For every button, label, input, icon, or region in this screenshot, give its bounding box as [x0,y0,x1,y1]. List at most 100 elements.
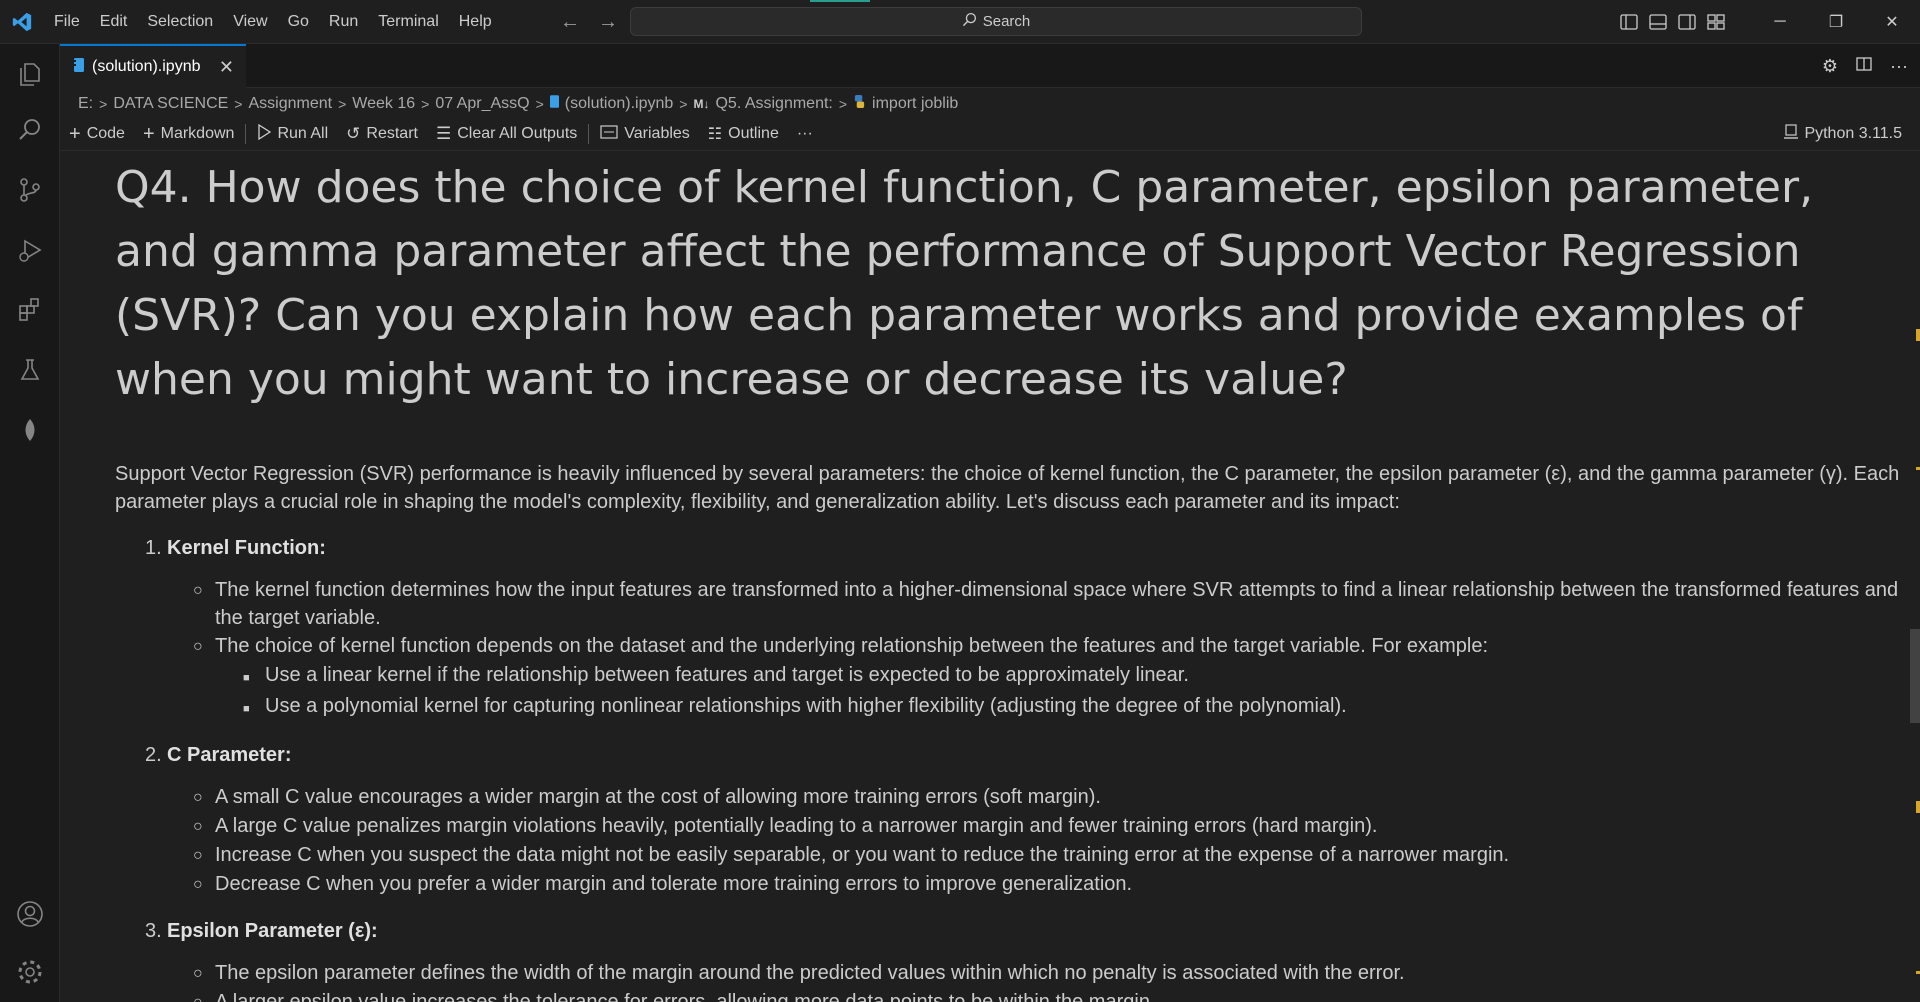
back-arrow-icon[interactable]: ← [560,11,580,34]
notebook-file-icon [549,95,559,113]
run-debug-icon[interactable] [0,222,60,278]
toolbar-divider [245,124,247,144]
customize-layout-icon[interactable] [1707,14,1725,30]
close-tab-icon[interactable]: ✕ [219,57,234,78]
list-item: ○ A large C value penalizes margin violat… [193,815,1378,837]
chevron-right-icon: > [535,96,544,112]
settings-gear-icon[interactable]: ⚙ [1822,56,1838,77]
menu-go[interactable]: Go [278,0,319,44]
run-all-button[interactable]: Run All [248,118,337,150]
breadcrumb-symbol[interactable]: import joblib [872,95,958,113]
breadcrumb-drive[interactable]: E: [78,95,93,113]
clear-all-icon: ☰ [435,124,452,143]
chevron-right-icon: > [234,96,243,112]
source-control-icon[interactable] [0,162,60,218]
activity-bar [0,44,60,1002]
menu-terminal[interactable]: Terminal [368,0,448,44]
restart-button[interactable]: ↺ Restart [337,118,427,150]
plus-icon: + [142,122,155,145]
breadcrumb-week[interactable]: Week 16 [352,95,415,113]
search-icon [962,12,977,31]
menu-file[interactable]: File [44,0,90,44]
split-editor-icon[interactable] [1856,56,1872,77]
menu-run[interactable]: Run [319,0,368,44]
menu-help[interactable]: Help [449,0,502,44]
close-window-icon[interactable]: ✕ [1864,0,1920,44]
scrollbar-thumb[interactable] [1910,629,1920,723]
menu-selection[interactable]: Selection [137,0,223,44]
toggle-primary-sidebar-icon[interactable] [1620,14,1638,30]
section-kernel-function: 1. Kernel Function: ○ The kernel function… [115,534,1915,723]
command-search-box[interactable]: Search [630,7,1362,36]
kernel-picker[interactable]: Python 3.11.5 [1784,118,1902,150]
breadcrumb-cell[interactable]: Q5. Assignment: [715,95,832,113]
minimize-icon[interactable]: ─ [1752,0,1808,44]
list-number: 3. [145,920,162,942]
chevron-right-icon: > [338,96,347,112]
breadcrumb-file[interactable]: (solution).ipynb [565,95,674,113]
list-item: ○ The epsilon parameter defines the width… [193,962,1405,984]
markdown-label: Markdown [160,125,235,142]
title-bar: File Edit Selection View Go Run Terminal… [0,0,1920,44]
plus-icon: + [69,122,81,145]
variables-button[interactable]: Variables [591,118,699,150]
mongodb-leaf-icon[interactable] [0,402,60,458]
window-controls: ─ ❐ ✕ [1752,0,1920,44]
run-all-icon [257,123,272,145]
toggle-secondary-sidebar-icon[interactable] [1678,14,1696,30]
search-icon[interactable] [0,102,60,158]
clear-all-outputs-button[interactable]: ☰ Clear All Outputs [427,118,586,150]
list-number: 2. [145,744,162,766]
section-title: C Parameter: [167,744,292,766]
list-item: ○A larger epsilon value increases the to… [193,991,1156,1002]
overview-ruler[interactable] [1906,151,1920,1002]
testing-flask-icon[interactable] [0,342,60,398]
notebook-toolbar: + Code + Markdown Run All ↺ Restart ☰ Cl… [60,118,1920,150]
menu-view[interactable]: View [223,0,277,44]
toolbar-divider [588,124,590,144]
list-number: 1. [145,537,162,559]
more-icon: ··· [796,125,813,142]
breadcrumb-assignment[interactable]: Assignment [248,95,332,113]
editor-actions: ⚙ ··· [1822,44,1908,88]
accounts-icon[interactable] [0,886,60,942]
navigation-arrows: ← → [560,0,618,44]
editor-area: (solution).ipynb ✕ ⚙ ··· E: > DATA SCIEN… [60,44,1920,1002]
restart-label: Restart [366,125,418,142]
forward-arrow-icon[interactable]: → [598,11,618,34]
code-label: Code [86,125,125,142]
notebook-file-icon [74,57,84,77]
section-title: Kernel Function: [167,537,326,559]
tab-solution-notebook[interactable]: (solution).ipynb ✕ [60,44,246,88]
ruler-marker [1916,329,1920,341]
ruler-marker [1916,801,1920,813]
markdown-cell[interactable]: Q4. How does the choice of kernel functi… [115,152,1915,1002]
outline-button[interactable]: ☷ Outline [699,118,788,150]
question-heading: Q4. How does the choice of kernel functi… [115,162,1814,405]
list-item: ■ Use a polynomial kernel for capturing n… [243,695,1347,717]
list-item: ○ The choice of kernel function depends o… [193,635,1489,657]
more-actions-icon[interactable]: ··· [1890,56,1908,77]
breadcrumb-data-science[interactable]: DATA SCIENCE [113,95,228,113]
add-markdown-cell-button[interactable]: + Markdown [134,118,244,150]
restore-icon[interactable]: ❐ [1808,0,1864,44]
toggle-panel-icon[interactable] [1649,14,1667,30]
python-icon [853,95,866,113]
extensions-icon[interactable] [0,282,60,338]
breadcrumb-folder[interactable]: 07 Apr_AssQ [435,95,529,113]
list-item: ○ A small C value encourages a wider marg… [193,786,1101,808]
kernel-icon [1784,123,1799,145]
run-all-label: Run All [277,125,329,142]
menu-edit[interactable]: Edit [90,0,138,44]
list-item: ○ Increase C when you suspect the data mi… [193,844,1510,866]
list-item: ○ The kernel function determines how the … [193,579,1899,629]
manage-gear-icon[interactable] [0,944,60,1000]
explorer-icon[interactable] [0,46,60,102]
toolbar-separator [60,150,1920,151]
list-item: ○ Decrease C when you prefer a wider marg… [193,873,1133,895]
add-code-cell-button[interactable]: + Code [60,118,134,150]
breadcrumb: E: > DATA SCIENCE > Assignment > Week 16… [78,90,958,118]
markdown-icon: M↓ [693,97,710,111]
list-item: ■ Use a linear kernel if the relationship… [243,664,1189,686]
more-toolbar-actions[interactable]: ··· [788,118,822,150]
